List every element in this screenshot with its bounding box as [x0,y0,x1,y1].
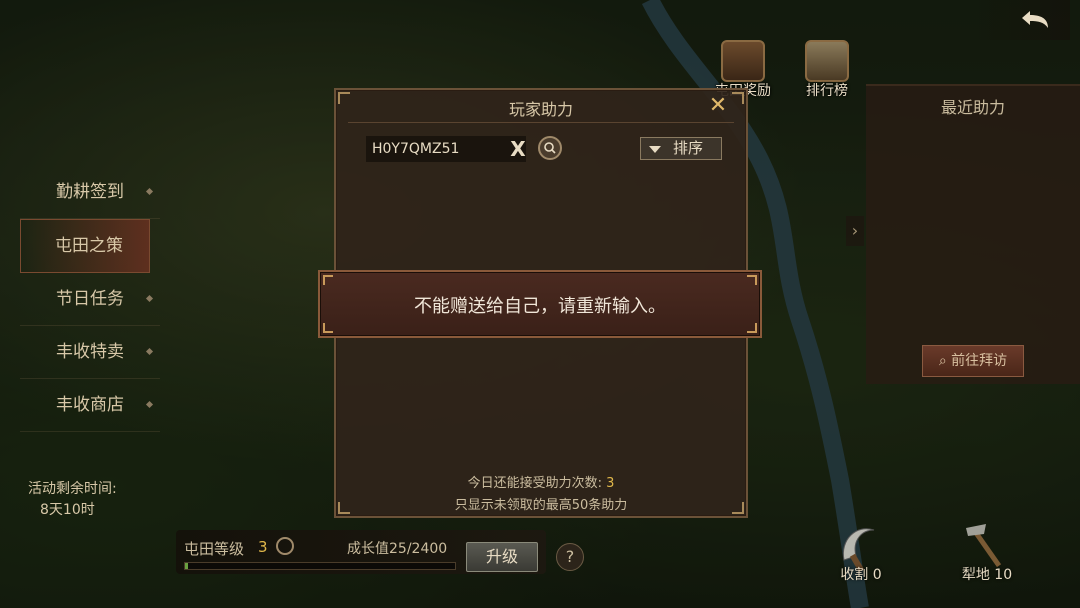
help-limit-note: 只显示未领取的最高50条助力 [454,498,628,513]
growth-value: 成长值25/2400 [347,541,448,557]
menu-item-label: 丰收特卖 [56,342,124,362]
harvest-tool-button[interactable]: 收割 0 [826,520,896,590]
visit-button-label: 前往拜访 [951,353,1008,369]
menu-item-farm-strategy[interactable]: 屯田之策 [20,219,150,273]
ranking-scroll-icon [805,40,849,82]
diamond-icon [145,400,154,409]
growth-progress-bar [184,562,456,570]
sort-label: 排序 [673,139,704,157]
recent-help-panel: 最近助力 [866,84,1080,384]
harvest-count-label: 收割 0 [840,567,882,583]
menu-item-checkin[interactable]: 勤耕签到 [20,166,160,219]
sort-dropdown[interactable]: 排序 [640,137,722,160]
treasure-chest-icon [721,40,765,82]
time-remaining-label: 活动剩余时间: [28,481,117,497]
dialog-title: 玩家助力 [508,100,573,119]
ranking-label: 排行榜 [806,83,848,99]
farm-level-label: 屯田等级 [184,540,245,558]
menu-item-harvest-shop[interactable]: 丰收商店 [20,379,160,432]
player-id-input[interactable] [366,136,526,162]
diamond-icon [145,187,154,196]
menu-item-label: 节日任务 [56,289,124,309]
diamond-icon [145,294,154,303]
recent-help-title: 最近助力 [940,98,1005,117]
title-divider [348,122,734,123]
plow-count-label: 犁地 10 [961,567,1013,583]
visit-button[interactable]: ⌕ 前往拜访 [922,345,1024,377]
magnifier-icon[interactable] [276,537,294,555]
back-arrow-icon [1022,11,1048,28]
back-button[interactable] [970,0,1070,40]
menu-item-label: 屯田之策 [55,236,123,256]
time-remaining-value: 8天10时 [40,502,95,518]
menu-item-label: 勤耕签到 [56,182,124,202]
triangle-down-icon [649,146,661,153]
diamond-icon [145,347,154,356]
plow-tool-button[interactable]: 犁地 10 [952,520,1022,590]
remaining-help-label: 今日还能接受助力次数: [467,476,607,491]
remaining-help-count: 今日还能接受助力次数: 3 [334,472,748,491]
close-icon[interactable]: ✕ [706,94,730,118]
error-toast-message: 不能赠送给自己，请重新输入。 [414,296,666,317]
menu-item-label: 丰收商店 [56,395,124,415]
farm-level-value: 3 [258,538,268,556]
chevron-right-icon[interactable]: › [846,216,864,246]
remaining-help-value: 3 [606,476,615,491]
menu-item-festival-tasks[interactable]: 节日任务 [20,273,160,326]
search-button[interactable] [538,136,562,160]
left-menu: 勤耕签到 屯田之策 节日任务 丰收特卖 丰收商店 [20,166,160,432]
search-icon: ⌕ [938,353,952,369]
clear-input-button[interactable]: X [508,136,528,162]
ranking-button[interactable]: 排行榜 [792,40,862,100]
menu-item-harvest-sale[interactable]: 丰收特卖 [20,326,160,379]
upgrade-button[interactable]: 升级 [466,542,538,572]
help-button[interactable]: ? [556,543,584,571]
growth-progress-fill [185,563,188,569]
search-icon [544,142,556,154]
